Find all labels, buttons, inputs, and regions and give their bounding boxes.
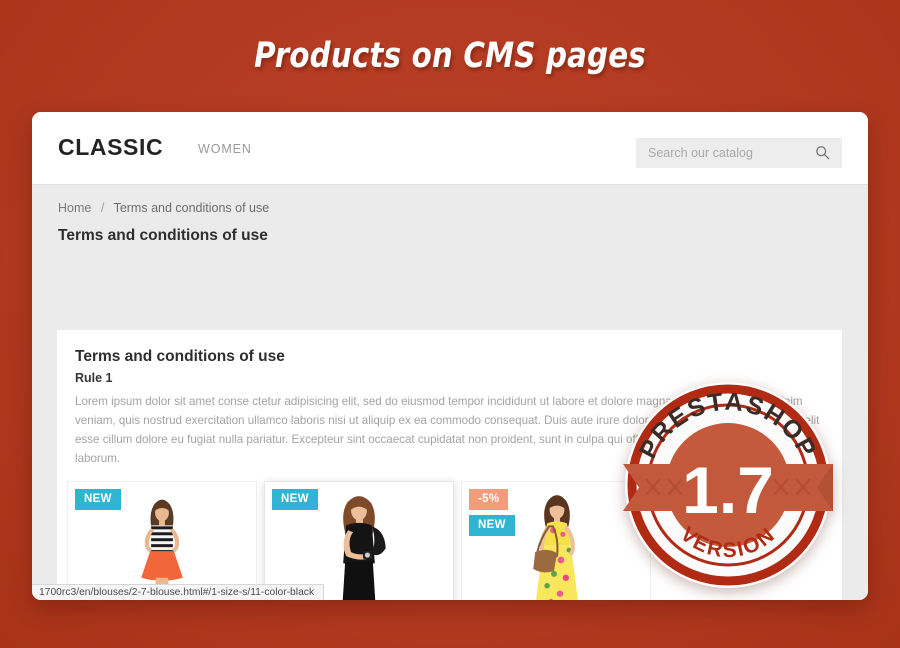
page-title: Products on CMS pages [254,36,646,76]
product-card[interactable]: NEW [264,480,454,600]
nav-item-women[interactable]: WOMEN [198,142,252,156]
page-heading: Terms and conditions of use [58,227,268,244]
badge-discount: -5% [469,488,509,510]
breadcrumb-current: Terms and conditions of use [113,201,270,215]
product-card[interactable]: NEW [67,480,257,600]
product-badges: -5% NEW [469,488,515,536]
badge-version-number: 1.7 [682,453,774,527]
product-badges: NEW [75,488,121,510]
breadcrumb: Home / Terms and conditions of use [58,201,269,215]
prestashop-version-badge: PRESTASHOP VERSION 1.7 [613,370,843,600]
badge-new: NEW [469,514,515,536]
product-thumbnail[interactable]: NEW [265,481,453,600]
search-input[interactable] [636,138,806,168]
badge-new: NEW [272,488,318,510]
status-bar-url: 1700rc3/en/blouses/2-7-blouse.html#/1-si… [32,584,325,600]
shop-header: CLASSIC WOMEN [32,112,868,184]
shop-logo[interactable]: CLASSIC [58,134,163,161]
breadcrumb-home[interactable]: Home [58,201,91,215]
search-icon[interactable] [815,145,830,160]
product-thumbnail[interactable]: NEW [68,481,256,600]
breadcrumb-separator: / [100,201,105,215]
badge-new: NEW [75,488,121,510]
cms-title: Terms and conditions of use [75,348,285,365]
search-box[interactable] [636,138,842,168]
product-badges: NEW [272,488,318,510]
